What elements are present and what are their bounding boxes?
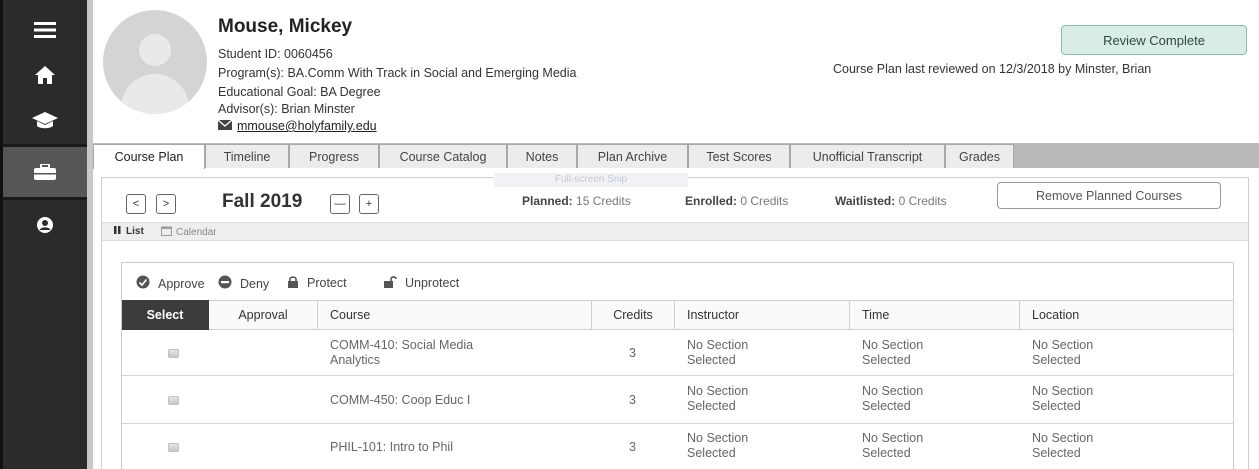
list-icon bbox=[114, 226, 122, 237]
credits-cell: 3 bbox=[629, 440, 636, 454]
column-header-credits[interactable]: Credits bbox=[592, 300, 675, 330]
term-title: Fall 2019 bbox=[222, 191, 303, 212]
credits-cell: 3 bbox=[629, 393, 636, 407]
column-header-location[interactable]: Location bbox=[1020, 300, 1233, 330]
tab-test-scores[interactable]: Test Scores bbox=[688, 144, 790, 168]
protect-action[interactable]: Protect bbox=[287, 275, 347, 291]
row-select-checkbox[interactable] bbox=[168, 349, 179, 358]
student-name: Mouse, Mickey bbox=[218, 16, 353, 37]
approve-action[interactable]: Approve bbox=[136, 275, 205, 292]
time-cell: No Section Selected bbox=[862, 384, 924, 413]
column-header-time[interactable]: Time bbox=[850, 300, 1020, 330]
waitlisted-credits: Waitlisted: 0 Credits bbox=[835, 194, 947, 208]
remove-planned-courses-button[interactable]: Remove Planned Courses bbox=[997, 182, 1221, 209]
row-select-checkbox[interactable] bbox=[168, 396, 179, 405]
unlock-icon bbox=[384, 275, 397, 291]
lock-icon bbox=[287, 275, 299, 291]
next-term-button[interactable]: > bbox=[156, 194, 176, 214]
tab-notes[interactable]: Notes bbox=[507, 144, 577, 168]
briefcase-icon[interactable] bbox=[3, 147, 87, 197]
student-id: Student ID: 0060456 bbox=[218, 47, 333, 61]
unprotect-action[interactable]: Unprotect bbox=[384, 275, 459, 291]
enrolled-credits: Enrolled: 0 Credits bbox=[685, 194, 789, 208]
tab-timeline[interactable]: Timeline bbox=[205, 144, 289, 168]
tab-plan-archive[interactable]: Plan Archive bbox=[577, 144, 688, 168]
column-header-approval[interactable]: Approval bbox=[209, 300, 318, 330]
course-cell: COMM-450: Coop Educ I bbox=[330, 393, 471, 407]
previous-term-button[interactable]: < bbox=[126, 194, 146, 214]
add-term-button[interactable]: + bbox=[359, 194, 379, 214]
deny-icon bbox=[218, 275, 232, 292]
menu-icon[interactable] bbox=[3, 18, 87, 42]
time-cell: No Section Selected bbox=[862, 431, 924, 460]
home-icon[interactable] bbox=[3, 62, 87, 88]
tab-grades[interactable]: Grades bbox=[945, 144, 1014, 168]
sidebar bbox=[3, 0, 87, 469]
graduation-cap-icon[interactable] bbox=[3, 108, 87, 134]
sidebar-separator bbox=[3, 197, 87, 200]
calendar-view-toggle[interactable]: Calendar bbox=[161, 226, 217, 239]
tab-bar: Course Plan Timeline Progress Course Cat… bbox=[93, 143, 1259, 169]
planned-credits: Planned: 15 Credits bbox=[522, 194, 631, 208]
table-row: COMM-410: Social Media Analytics 3 No Sec… bbox=[122, 331, 1233, 376]
educational-goal: Educational Goal: BA Degree bbox=[218, 85, 381, 99]
location-cell: No Section Selected bbox=[1032, 431, 1094, 460]
instructor-cell: No Section Selected bbox=[687, 431, 749, 460]
approve-icon bbox=[136, 275, 150, 292]
table-row: PHIL-101: Intro to Phil 3 No Section Sele… bbox=[122, 424, 1233, 469]
user-circle-icon[interactable] bbox=[3, 212, 87, 238]
student-programs: Program(s): BA.Comm With Track in Social… bbox=[218, 66, 577, 80]
student-advisors: Advisor(s): Brian Minster bbox=[218, 102, 355, 116]
credits-cell: 3 bbox=[629, 346, 636, 360]
avatar bbox=[103, 10, 207, 114]
row-select-checkbox[interactable] bbox=[168, 443, 179, 452]
course-cell: COMM-410: Social Media Analytics bbox=[330, 338, 474, 367]
instructor-cell: No Section Selected bbox=[687, 338, 749, 367]
column-header-select[interactable]: Select bbox=[122, 300, 209, 330]
column-header-instructor[interactable]: Instructor bbox=[675, 300, 850, 330]
email-link[interactable]: mmouse@holyfamily.edu bbox=[237, 119, 377, 133]
list-view-toggle[interactable]: List bbox=[114, 226, 144, 237]
review-complete-button[interactable]: Review Complete bbox=[1061, 25, 1247, 55]
table-toolbar: Approve Deny Protect Unprotect bbox=[122, 263, 1233, 299]
course-table: Approve Deny Protect Unprotect Select Ap… bbox=[121, 262, 1234, 469]
tab-course-catalog[interactable]: Course Catalog bbox=[379, 144, 507, 168]
table-row: COMM-450: Coop Educ I 3 No Section Select… bbox=[122, 376, 1233, 424]
location-cell: No Section Selected bbox=[1032, 338, 1094, 367]
location-cell: No Section Selected bbox=[1032, 384, 1094, 413]
envelope-icon bbox=[217, 119, 233, 133]
snip-overlay: Full-screen Snip bbox=[494, 173, 688, 187]
tab-course-plan[interactable]: Course Plan bbox=[93, 144, 205, 169]
deny-action[interactable]: Deny bbox=[218, 275, 269, 292]
student-email: mmouse@holyfamily.edu bbox=[217, 119, 377, 133]
last-reviewed-text: Course Plan last reviewed on 12/3/2018 b… bbox=[833, 62, 1152, 76]
time-cell: No Section Selected bbox=[862, 338, 924, 367]
column-header-course[interactable]: Course bbox=[318, 300, 592, 330]
course-cell: PHIL-101: Intro to Phil bbox=[330, 440, 453, 454]
view-toggle-bar: List Calendar bbox=[102, 222, 1248, 241]
calendar-icon bbox=[161, 226, 172, 239]
instructor-cell: No Section Selected bbox=[687, 384, 749, 413]
remove-term-button[interactable]: — bbox=[330, 194, 350, 214]
course-plan-panel: Full-screen Snip < > Fall 2019 — + Plann… bbox=[101, 173, 1249, 469]
tab-unofficial-transcript[interactable]: Unofficial Transcript bbox=[790, 144, 945, 168]
tab-progress[interactable]: Progress bbox=[289, 144, 379, 168]
main-content: Mouse, Mickey Student ID: 0060456 Progra… bbox=[93, 0, 1259, 469]
